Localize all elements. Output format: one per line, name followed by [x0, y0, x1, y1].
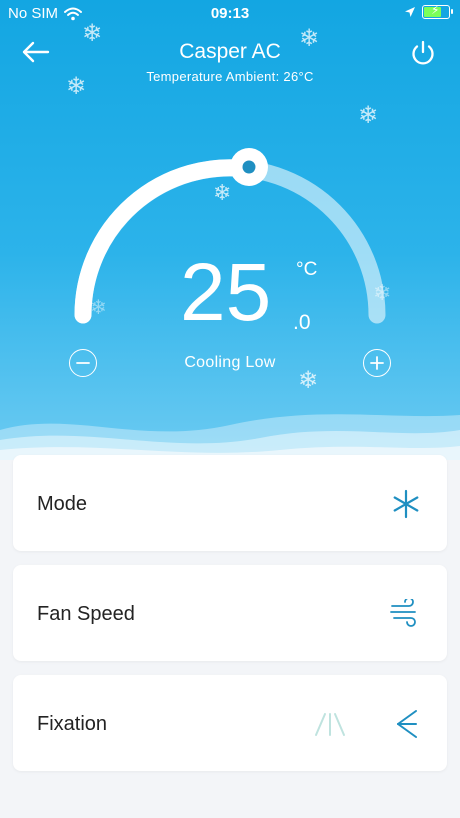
minus-circle-icon — [76, 362, 90, 364]
plus-circle-icon — [370, 356, 384, 370]
fan-speed-label: Fan Speed — [37, 603, 135, 625]
mode-label: Mode — [37, 493, 88, 515]
mode-card[interactable]: Mode — [13, 455, 447, 551]
temperature-dial[interactable] — [0, 0, 460, 460]
temperature-decimal: .0 — [293, 311, 311, 334]
increase-temperature-button[interactable] — [363, 349, 391, 377]
temperature-value: 25 — [180, 247, 272, 338]
fixation-label: Fixation — [37, 713, 108, 735]
wind-icon — [390, 599, 416, 627]
temperature-unit: °C — [296, 259, 318, 280]
header-panel: No SIM 09:13 ⚡ Casper AC Temperature Amb… — [0, 0, 460, 460]
wave-decoration — [0, 414, 460, 460]
snowflake-icon — [393, 489, 419, 519]
fixation-card[interactable]: Fixation — [13, 675, 447, 771]
fan-speed-card[interactable]: Fan Speed — [13, 565, 447, 661]
decrease-temperature-button[interactable] — [69, 349, 97, 377]
dial-handle-center — [242, 160, 256, 174]
swing-direction-icon[interactable] — [395, 708, 419, 740]
swing-vertical-icon[interactable] — [313, 711, 347, 737]
